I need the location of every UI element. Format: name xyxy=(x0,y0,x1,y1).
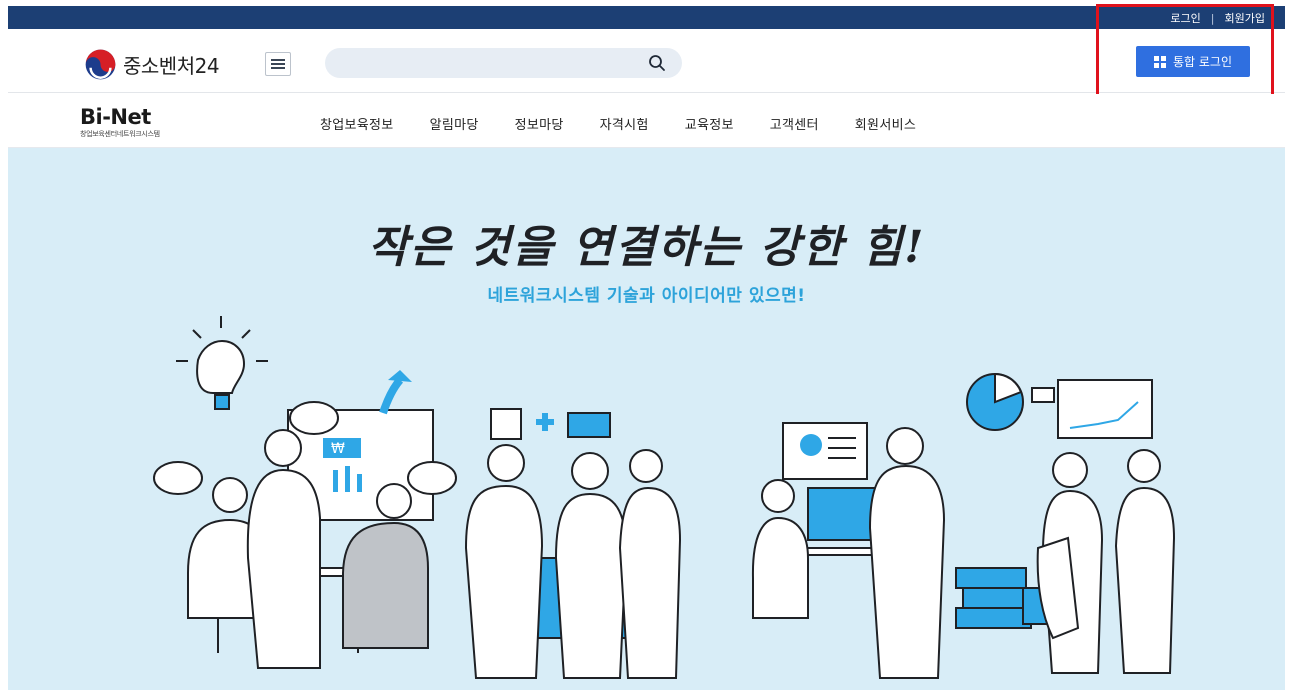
highlight-annotation-box xyxy=(1096,4,1274,98)
site-header: 중소벤처24 통합 로그인 xyxy=(8,29,1285,93)
nav-item-education[interactable]: 교육정보 xyxy=(685,114,734,133)
search-input[interactable] xyxy=(341,53,631,73)
main-navigation-bar: Bi-Net 창업보육센터네트워크시스템 창업보육정보 알림마당 정보마당 자격… xyxy=(8,94,1285,148)
hero-title: 작은 것을 연결하는 강한 힘! xyxy=(367,222,926,273)
binet-logo-sub: 창업보육센터네트워크시스템 xyxy=(80,130,160,138)
taegeuk-logo-icon xyxy=(85,49,116,80)
hero-subtitle: 네트워크시스템 기술과 아이디어만 있으면! xyxy=(487,286,806,306)
hamburger-menu-icon xyxy=(271,59,285,69)
nav-item-startup-info[interactable]: 창업보육정보 xyxy=(320,114,394,133)
top-utility-bar: 로그인 | 회원가입 xyxy=(8,6,1285,29)
lightbulb-icon xyxy=(176,316,268,410)
pie-chart-icon xyxy=(966,372,1024,431)
brand-name: 중소벤처24 xyxy=(123,54,220,78)
brand-logo[interactable]: 중소벤처24 xyxy=(84,48,220,81)
hero-banner: ₩ 작은 것을 연결하는 강한 힘! 네트워크시스템 기술과 아이디어만 있으면… xyxy=(8,148,1285,690)
binet-logo[interactable]: Bi-Net 창업보육센터네트워크시스템 xyxy=(80,106,160,139)
hamburger-menu-button[interactable] xyxy=(265,52,291,76)
nav-item-certification[interactable]: 자격시험 xyxy=(600,114,649,133)
search-bar xyxy=(325,48,682,78)
arrow-up-icon xyxy=(379,377,404,415)
nav-item-notices[interactable]: 알림마당 xyxy=(430,114,479,133)
line-chart-icon xyxy=(1057,379,1153,439)
gnb-menu: 창업보육정보 알림마당 정보마당 자격시험 교육정보 고객센터 회원서비스 xyxy=(320,114,952,133)
nav-item-customer-center[interactable]: 고객센터 xyxy=(770,114,819,133)
binet-logo-main: Bi-Net xyxy=(80,105,151,129)
nav-item-info[interactable]: 정보마당 xyxy=(515,114,564,133)
nav-item-member-service[interactable]: 회원서비스 xyxy=(855,114,916,133)
search-icon[interactable] xyxy=(648,54,666,72)
currency-symbol: ₩ xyxy=(331,441,345,457)
